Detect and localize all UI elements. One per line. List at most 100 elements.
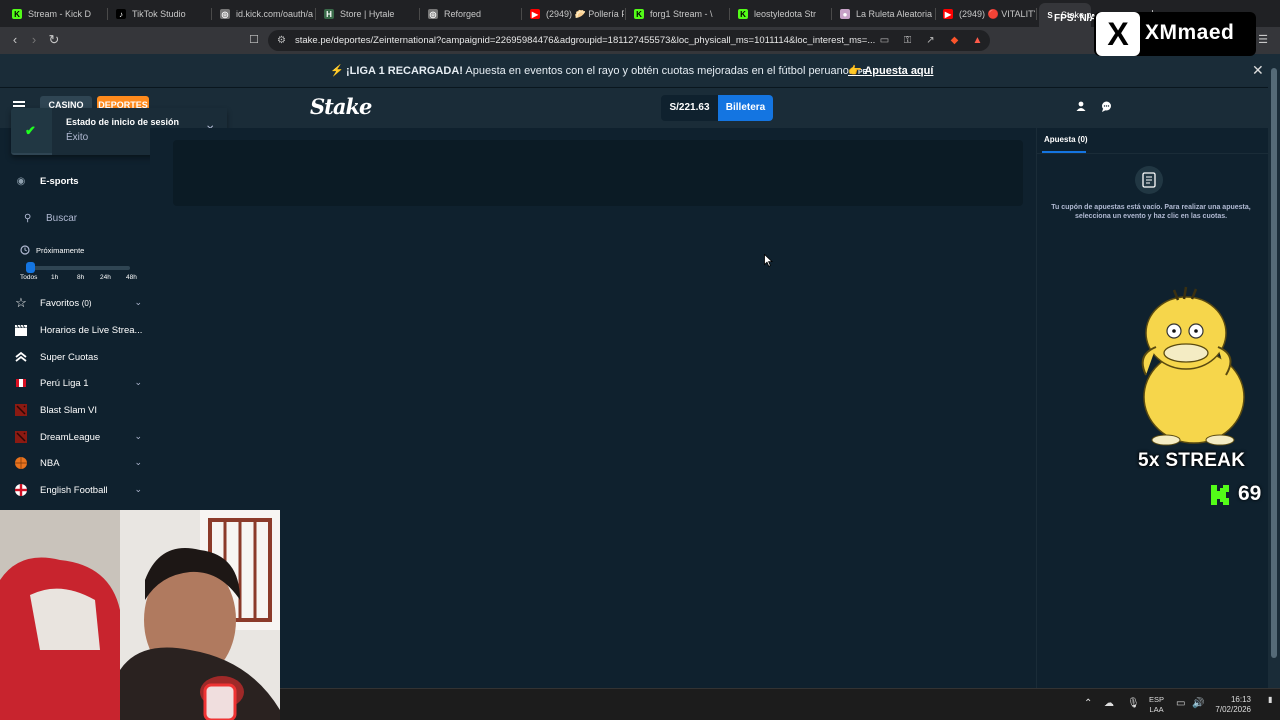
sidebar-item-english-football[interactable]: English Football ⌄ [12,478,146,502]
tick-label[interactable]: 1h [51,274,58,281]
tick-label[interactable]: 48h [126,274,137,281]
tab-favicon-icon: K [634,9,644,19]
sidebar-item-favorites[interactable]: ☆ Favoritos (0) ⌄ [12,291,146,315]
check-icon: ✔ [25,123,36,138]
menu-icon[interactable]: ☰ [1255,32,1271,48]
reload-icon[interactable]: ↻ [46,32,62,48]
brave-rewards-icon[interactable]: ▲ [971,34,984,47]
sidebar-item-blast-slam[interactable]: Blast Slam VI [12,398,146,422]
chat-icon[interactable] [1101,101,1112,112]
user-icon[interactable] [1076,101,1086,111]
lang-code: ESP [1149,695,1165,704]
browser-tab[interactable]: ♪ TikTok Studio [110,4,210,24]
sidebar-item-super-odds[interactable]: Super Cuotas [12,345,146,369]
streak-label: 5x STREAK [1138,450,1246,471]
sidebar-item-label: Blast Slam VI [40,404,98,416]
browser-tab[interactable]: ▶ (2949) 🥟 Pollería P [524,4,624,24]
sidebar-item-label: E-sports [40,175,79,187]
clock[interactable]: 16:13 7/02/2026 [1209,695,1251,715]
chevron-down-icon[interactable]: ⌄ [134,484,142,495]
browser-tab[interactable]: ◎ Reforged [422,4,520,24]
brave-shield-icon[interactable]: ◆ [948,34,961,47]
time-filter-slider[interactable] [28,266,130,270]
betslip-tab[interactable]: Apuesta (0) [1044,135,1088,144]
tab-favicon-icon: ♪ [116,9,126,19]
peru-flag-icon [16,379,26,387]
tab-title: leostyledota Str [754,9,817,19]
back-icon[interactable]: ‹ [7,32,23,48]
promo-cta-link[interactable]: 👉 Apuesta aquí [848,64,933,77]
pointing-hand-icon: 👉 [848,65,865,77]
balance-display[interactable]: S/221.63 [661,95,718,121]
chevron-down-icon[interactable]: ⌄ [134,377,142,388]
site-info-icon[interactable]: ⚙ [275,34,288,47]
tick-label[interactable]: 8h [77,274,84,281]
sidebar-item-esports[interactable]: ◉ E-sports [12,169,146,193]
cloud-icon[interactable]: ☁ [1104,698,1114,709]
tick-label[interactable]: 24h [100,274,111,281]
chevron-down-icon[interactable]: ⌄ [134,457,142,468]
url-field[interactable]: ⚙ stake.pe/deportes/Zeinternational?camp… [268,30,990,51]
browser-tab[interactable]: Kleostyledota Str [732,4,830,24]
language-indicator[interactable]: ESP LAA [1149,695,1164,715]
sidebar-item-label: Perú Liga 1 [40,377,89,389]
tab-title: Stream - Kick D [28,9,92,19]
forward-icon[interactable]: › [26,32,42,48]
sidebar-item-dreamleague[interactable]: DreamLeague ⌄ [12,425,146,449]
promo-cta-label: Apuesta aquí [864,65,934,77]
tab-separator [419,8,420,20]
promo-banner: ⚡ ¡LIGA 1 RECARGADA! Apuesta en eventos … [0,54,1280,88]
tick-label[interactable]: Todos [20,274,37,281]
sidebar-item-label: Horarios de Live Strea... [40,324,143,336]
browser-tab[interactable]: ◎ id.kick.com/oauth/a [214,4,314,24]
chevron-down-icon[interactable]: ⌄ [134,431,142,442]
fps-counter: FPS: N/A [1054,13,1097,24]
content-placeholder [173,140,1023,206]
slider-handle[interactable] [26,262,35,273]
cast-icon[interactable]: ▭ [878,34,891,47]
notifications-icon[interactable]: ▮ [1268,695,1272,704]
x-handle-overlay: X XMmaed [1094,12,1256,56]
close-icon[interactable]: ✕ [1252,62,1264,79]
tab-favicon-icon: K [738,9,748,19]
browser-tab[interactable]: ● La Ruleta Aleatoria [834,4,934,24]
volume-icon[interactable]: 🔊 [1192,698,1204,709]
psyduck-icon [1141,286,1245,446]
chevron-up-icon[interactable]: ⌃ [1084,698,1092,709]
sidebar-item-live-schedules[interactable]: Horarios de Live Strea... [12,318,146,342]
tab-favicon-icon: ▶ [943,9,953,19]
key-icon[interactable]: ⚿ [901,34,914,47]
sidebar-item-nba[interactable]: NBA ⌄ [12,451,146,475]
sidebar-item-peru-liga1[interactable]: Perú Liga 1 ⌄ [12,371,146,395]
scroll-thumb[interactable] [1271,68,1277,658]
tab-title: forg1 Stream - \ [650,9,713,19]
browser-tab[interactable]: ▶ (2949) 🔴 VITALITY [937,4,1035,24]
tab-favicon-icon: ▶ [530,9,540,19]
tab-title: (2949) 🥟 Pollería P [546,8,624,19]
browser-tab[interactable]: Kforg1 Stream - \ [628,4,728,24]
tab-title: La Ruleta Aleatoria [856,9,933,19]
tab-separator [315,8,316,20]
sidebar-search[interactable]: ⚲ Buscar [12,206,142,230]
browser-tab[interactable]: H Store | Hytale [318,4,418,24]
sidebar-item-label: English Football [40,484,108,496]
bookmark-icon[interactable]: ☐ [246,32,262,48]
sidebar-item-label: DreamLeague [40,431,101,443]
browser-tab[interactable]: K Stream - Kick D [6,4,106,24]
page-scrollbar[interactable] [1268,54,1280,688]
share-icon[interactable]: ↗ [924,34,937,47]
england-flag-icon [15,484,27,496]
basketball-icon [15,457,27,469]
chevron-down-icon[interactable]: ⌄ [134,297,142,308]
mouse-cursor-icon [764,254,773,267]
wallet-button[interactable]: Billetera [718,95,773,121]
dota-icon [15,431,27,443]
keyboard-layout: LAA [1149,705,1164,714]
upcoming-label: Próximamente [36,246,85,255]
tab-separator [935,8,936,20]
stake-logo[interactable]: Stake [310,94,372,119]
browser-address-bar: ‹ › ↻ ☐ ⚙ stake.pe/deportes/Zeinternatio… [0,27,1280,54]
receipt-icon [1142,172,1156,188]
network-icon[interactable]: ▭ [1176,698,1185,709]
microphone-icon[interactable]: 🎙 [1127,698,1140,709]
